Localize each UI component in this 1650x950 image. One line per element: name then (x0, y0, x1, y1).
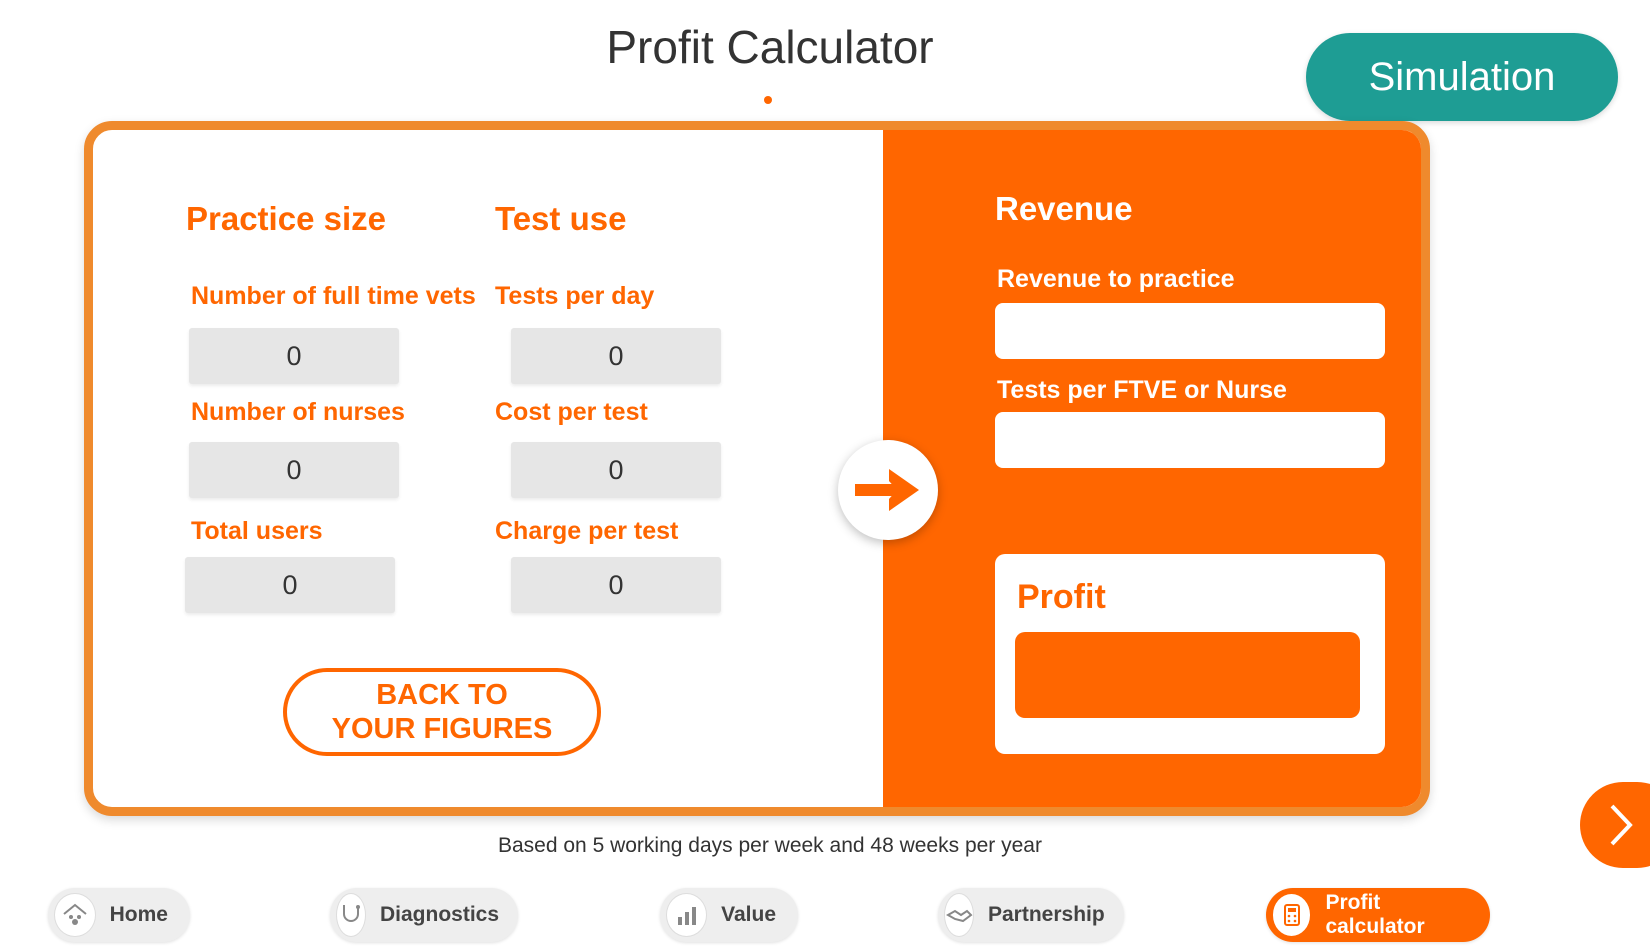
nav-partnership-label: Partnership (988, 903, 1105, 926)
profit-card: Profit (995, 554, 1385, 754)
nav-diagnostics[interactable]: Diagnostics (330, 888, 518, 942)
charge-per-test-label: Charge per test (495, 517, 679, 545)
back-button-line2: YOUR FIGURES (331, 713, 553, 745)
nav-profit-calculator-label: Profit calculator (1325, 891, 1425, 938)
calculate-button[interactable] (838, 440, 938, 540)
test-use-heading: Test use (495, 200, 627, 237)
nav-diagnostics-label: Diagnostics (380, 903, 500, 926)
back-button-line1: BACK TO (376, 679, 508, 711)
nurses-label: Number of nurses (191, 398, 405, 426)
nav-partnership[interactable]: Partnership (938, 888, 1124, 942)
charge-per-test-input[interactable]: 0 (511, 557, 721, 613)
profit-output (1015, 632, 1360, 718)
nurses-input[interactable]: 0 (189, 442, 399, 498)
footnote: Based on 5 working days per week and 48 … (498, 834, 1042, 857)
revenue-heading: Revenue (995, 190, 1133, 227)
full-time-vets-input[interactable]: 0 (189, 328, 399, 384)
tests-per-ftve-label: Tests per FTVE or Nurse (997, 376, 1287, 404)
revenue-to-practice-label: Revenue to practice (997, 265, 1235, 293)
stethoscope-icon (336, 893, 366, 937)
revenue-to-practice-output (995, 303, 1385, 359)
paw-house-icon (54, 893, 96, 937)
title-dot (764, 96, 772, 104)
profit-label: Profit (1017, 578, 1106, 616)
cost-per-test-label: Cost per test (495, 398, 648, 426)
nav-profit-calculator[interactable]: Profit calculator (1266, 888, 1490, 942)
tests-per-day-input[interactable]: 0 (511, 328, 721, 384)
nav-home-label: Home (109, 903, 168, 926)
cost-per-test-input[interactable]: 0 (511, 442, 721, 498)
calculator-card: Practice size Test use Number of full ti… (84, 121, 1430, 816)
nav-home[interactable]: Home (48, 888, 190, 942)
tests-per-day-label: Tests per day (495, 282, 655, 310)
arrow-right-icon (855, 469, 919, 511)
full-time-vets-label: Number of full time vets (191, 282, 476, 310)
bar-chart-icon (666, 893, 708, 937)
chevron-right-icon (1610, 804, 1633, 846)
nav-value-label: Value (721, 903, 776, 926)
tests-per-ftve-output (995, 412, 1385, 468)
back-to-figures-button[interactable]: BACK TO YOUR FIGURES (283, 668, 601, 756)
handshake-icon (944, 893, 974, 937)
total-users-label: Total users (191, 517, 323, 545)
nav-value[interactable]: Value (660, 888, 798, 942)
calculator-icon (1272, 893, 1312, 937)
next-button[interactable] (1580, 782, 1650, 868)
practice-size-heading: Practice size (186, 200, 386, 237)
simulation-badge: Simulation (1306, 33, 1618, 121)
total-users-input[interactable]: 0 (185, 557, 395, 613)
